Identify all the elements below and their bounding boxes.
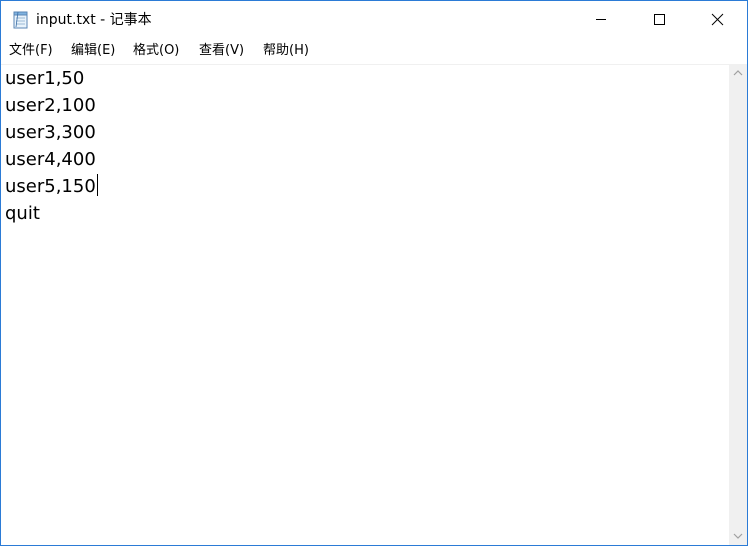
scroll-up-button[interactable] [729,64,747,82]
chevron-down-icon [733,533,743,539]
text-line: user4,400 [5,146,96,173]
menu-view[interactable]: 查看(V) [199,43,244,59]
text-line-content: user4,400 [5,149,96,170]
text-line: user1,50 [5,65,84,92]
scroll-track[interactable] [729,82,747,527]
text-caret [96,174,98,196]
minimize-button[interactable] [572,1,630,38]
maximize-icon [654,14,665,25]
text-line-content: quit [5,203,40,224]
close-button[interactable] [688,1,746,38]
text-line-content: user1,50 [5,68,85,89]
text-line: quit [5,200,40,227]
text-line-content: user5,150 [5,176,96,197]
text-line: user2,100 [5,92,96,119]
vertical-scrollbar[interactable] [729,64,747,545]
text-editor[interactable]: user1,50 user2,100 user3,300 user4,400 u… [1,64,729,545]
scroll-down-button[interactable] [729,527,747,545]
menu-bar: 文件(F) 编辑(E) 格式(O) 查看(V) 帮助(H) [1,38,747,64]
chevron-up-icon [733,70,743,76]
title-bar[interactable]: input.txt - 记事本 [1,1,747,38]
notepad-icon [13,11,28,29]
text-line-content: user2,100 [5,95,96,116]
menu-edit[interactable]: 编辑(E) [71,43,115,59]
close-icon [711,13,724,26]
menu-file[interactable]: 文件(F) [9,43,53,59]
window-title: input.txt - 记事本 [36,12,152,28]
menu-format[interactable]: 格式(O) [133,43,179,59]
text-line-content: user3,300 [5,122,96,143]
minimize-icon [596,19,606,20]
notepad-window: input.txt - 记事本 文件(F) 编辑(E) 格式(O) 查看(V) … [0,0,748,546]
maximize-button[interactable] [630,1,688,38]
menu-help[interactable]: 帮助(H) [263,43,309,59]
text-line: user3,300 [5,119,96,146]
text-line: user5,150 [5,173,98,200]
